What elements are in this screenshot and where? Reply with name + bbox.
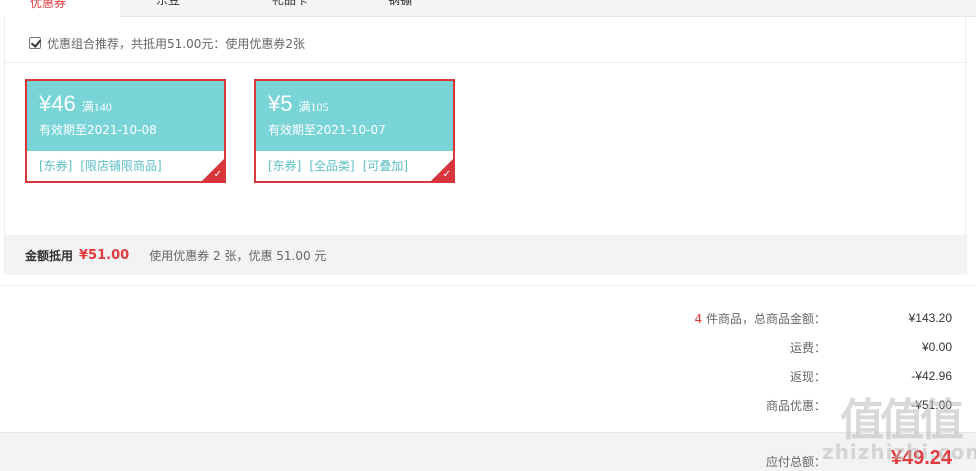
- goods-total-value: ¥143.20: [908, 311, 952, 325]
- coupon-panel: 优惠组合推荐，共抵用51.00元：使用优惠券2张 ¥46 满140 有效期至20…: [4, 17, 967, 275]
- coupon-valid-date: 有效期至2021-10-07: [268, 123, 386, 137]
- divider: [5, 62, 967, 63]
- coupon-price: ¥5: [268, 91, 293, 116]
- summary-amount: ¥51.00: [79, 247, 130, 263]
- goods-total-label: 4 件商品，总商品金额：: [694, 311, 826, 326]
- coupon-tag: [东券]: [39, 159, 73, 173]
- check-icon: ✓: [213, 169, 222, 180]
- tab-jingdou[interactable]: 东豆: [156, 0, 180, 17]
- combo-recommendation[interactable]: 优惠组合推荐，共抵用51.00元：使用优惠券2张: [29, 35, 305, 51]
- combo-checkbox[interactable]: [29, 37, 41, 49]
- payable-label: 应付总额：: [765, 455, 826, 469]
- shipping-label: 运费：: [789, 340, 826, 355]
- tab-gift-card[interactable]: 礼品卡: [272, 0, 308, 17]
- payable-amount: ¥49.24: [890, 447, 952, 469]
- coupon-tag: [东券]: [268, 159, 302, 173]
- discount-label: 商品优惠：: [765, 398, 826, 413]
- coupon-tag: [可叠加]: [362, 159, 409, 173]
- discount-value: -¥51.00: [911, 398, 952, 412]
- shipping-value: ¥0.00: [921, 340, 952, 354]
- coupon-summary: 金额抵用 ¥51.00 使用优惠券 2 张，优惠 51.00 元: [5, 235, 967, 275]
- rebate-label: 返现：: [789, 369, 826, 384]
- summary-desc: 使用优惠券 2 张，优惠 51.00 元: [149, 248, 327, 263]
- coupon-condition: 满140: [81, 100, 112, 114]
- divider: [0, 285, 976, 286]
- tab-coins[interactable]: 钢镚: [388, 0, 412, 17]
- tab-coupons[interactable]: 优惠券: [0, 0, 120, 18]
- coupon-header: ¥46 满140 有效期至2021-10-08: [27, 81, 224, 151]
- rebate-value: -¥42.96: [911, 369, 952, 383]
- summary-label: 金额抵用: [25, 248, 74, 263]
- coupon-header: ¥5 满105 有效期至2021-10-07: [256, 81, 453, 151]
- coupon-tag: [限店铺限商品]: [80, 159, 162, 173]
- coupon-tabs: 优惠券 东豆 礼品卡 钢镚: [0, 0, 976, 18]
- coupon-price: ¥46: [39, 91, 76, 116]
- coupon-tag: [全品类]: [309, 159, 355, 173]
- check-icon: ✓: [442, 169, 451, 180]
- coupon-condition: 满105: [298, 100, 329, 114]
- coupon-valid-date: 有效期至2021-10-08: [39, 123, 157, 137]
- payable-bar: 应付总额： ¥49.24: [0, 432, 976, 471]
- combo-text: 优惠组合推荐，共抵用51.00元：使用优惠券2张: [47, 36, 305, 51]
- coupon-card[interactable]: ¥5 满105 有效期至2021-10-07 [东券] [全品类] [可叠加] …: [254, 79, 455, 183]
- coupon-card[interactable]: ¥46 满140 有效期至2021-10-08 [东券] [限店铺限商品] ✓: [25, 79, 226, 183]
